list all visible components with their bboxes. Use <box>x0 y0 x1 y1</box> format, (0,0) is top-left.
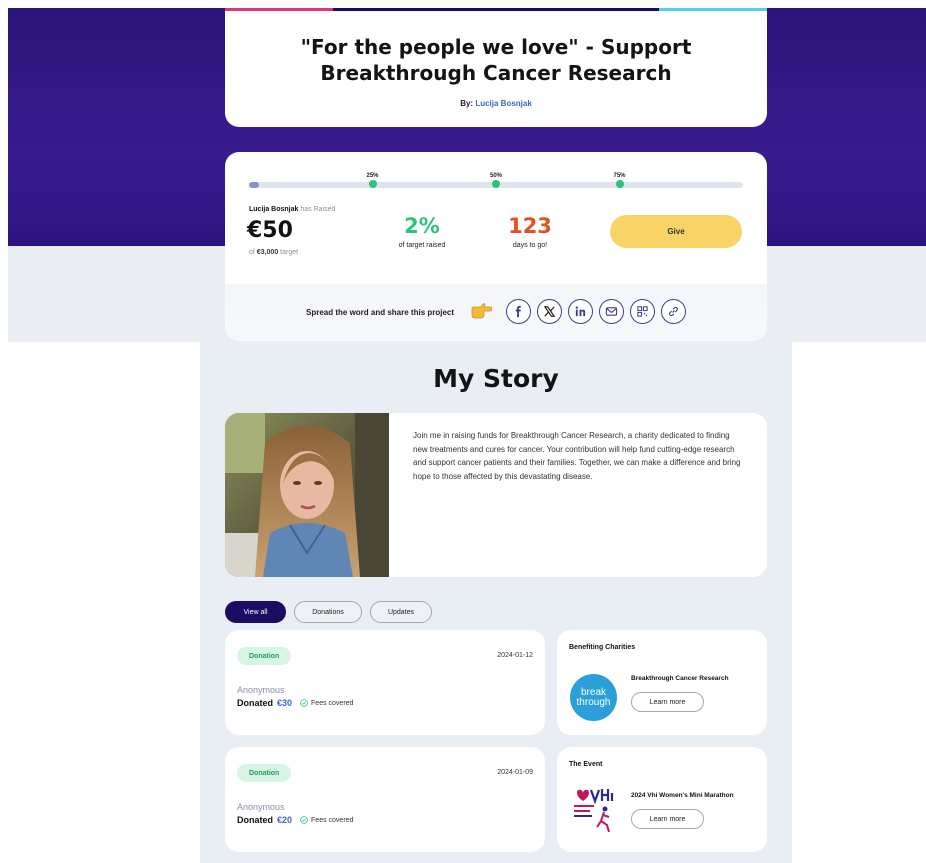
event-heading: The Event <box>569 761 603 768</box>
milestone-label: 50% <box>489 173 503 179</box>
percent-label: of target raised <box>398 242 446 249</box>
story-text: Join me in raising funds for Breakthroug… <box>413 431 741 481</box>
campaign-title-card: "For the people we love" - Support Breakt… <box>225 8 768 127</box>
tab-view-all[interactable]: View all <box>225 601 286 623</box>
check-circle-icon <box>300 699 308 707</box>
donation-amount-row: Donated €20 Fees covered <box>237 815 353 825</box>
benefiting-charities-card: Benefiting Charities break through Break… <box>557 630 767 735</box>
donation-amount: €20 <box>277 815 293 825</box>
vhi-mini-marathon-logo <box>574 789 614 833</box>
story-card: Join me in raising funds for Breakthroug… <box>225 413 767 577</box>
check-circle-icon <box>300 816 308 824</box>
donor-name: Anonymous <box>237 802 285 812</box>
charity-name: Breakthrough Cancer Research <box>631 675 729 682</box>
donation-amount: €30 <box>277 698 293 708</box>
event-card: The Event 2024 Vhi Women's Mini Marathon… <box>557 747 767 852</box>
title-card-accent-bar <box>225 8 768 11</box>
days-value: 123 <box>508 214 552 238</box>
milestone-marker <box>615 180 624 188</box>
event-learn-more-button[interactable]: Learn more <box>631 809 704 829</box>
tab-updates[interactable]: Updates <box>370 601 432 623</box>
link-icon[interactable] <box>661 299 686 324</box>
give-button[interactable]: Give <box>610 215 742 248</box>
charity-learn-more-button[interactable]: Learn more <box>631 692 704 712</box>
donation-badge: Donation <box>237 647 292 665</box>
share-text: Spread the word and share this project <box>306 308 455 317</box>
raised-by: Lucija Bosnjak has Raised <box>249 206 336 213</box>
milestone-marker <box>368 180 377 188</box>
progress-fill <box>249 182 259 188</box>
x-icon[interactable] <box>537 299 562 324</box>
facebook-icon[interactable] <box>506 299 531 324</box>
fundraising-stats-card: 25% 50% 75% Lucija Bosnjak has Raised €50 … <box>225 152 767 341</box>
tab-donations[interactable]: Donations <box>294 601 362 623</box>
right-gutter <box>792 342 926 863</box>
story-heading: My Story <box>433 364 559 393</box>
share-buttons <box>506 299 686 324</box>
campaign-title: "For the people we love" - Support Breakt… <box>300 35 692 85</box>
pointing-hand-icon <box>471 303 492 319</box>
donation-date: 2024-01-12 <box>497 652 533 659</box>
milestone-marker <box>492 180 500 188</box>
days-left-stat: 123 days to go! <box>470 214 590 249</box>
percent-raised-stat: 2% of target raised <box>362 214 482 249</box>
linkedin-icon[interactable] <box>568 299 593 324</box>
email-icon[interactable] <box>599 299 624 324</box>
donated-label: Donated <box>237 815 273 825</box>
breakthrough-logo: break through <box>570 674 617 721</box>
donation-date: 2024-01-09 <box>497 769 533 776</box>
milestone-label: 25% <box>366 173 379 179</box>
left-gutter <box>8 342 200 863</box>
donation-card: Donation 2024-01-09 Anonymous Donated €2… <box>225 747 545 852</box>
donation-amount-row: Donated €30 Fees covered <box>237 698 353 708</box>
progress-bar: 25% 50% 75% <box>249 173 743 188</box>
charities-heading: Benefiting Charities <box>569 644 636 651</box>
donation-badge: Donation <box>237 764 292 782</box>
donation-card: Donation 2024-01-12 Anonymous Donated €3… <box>225 630 545 735</box>
target-amount: of €3,000 target <box>249 249 299 256</box>
author-link[interactable]: Lucija Bosnjak <box>475 99 531 108</box>
percent-value: 2% <box>404 214 440 238</box>
qr-code-icon[interactable] <box>630 299 655 324</box>
campaign-author: By: Lucija Bosnjak <box>460 99 532 108</box>
fees-covered: Fees covered <box>300 816 353 824</box>
donor-name: Anonymous <box>237 685 285 695</box>
fundraiser-photo <box>225 413 389 577</box>
raised-amount: €50 <box>247 218 293 243</box>
donated-label: Donated <box>237 698 273 708</box>
days-label: days to go! <box>512 242 548 249</box>
fees-covered: Fees covered <box>300 699 353 707</box>
event-name: 2024 Vhi Women's Mini Marathon <box>631 792 734 799</box>
share-strip: Spread the word and share this project <box>225 284 767 341</box>
milestone-label: 75% <box>613 173 626 179</box>
